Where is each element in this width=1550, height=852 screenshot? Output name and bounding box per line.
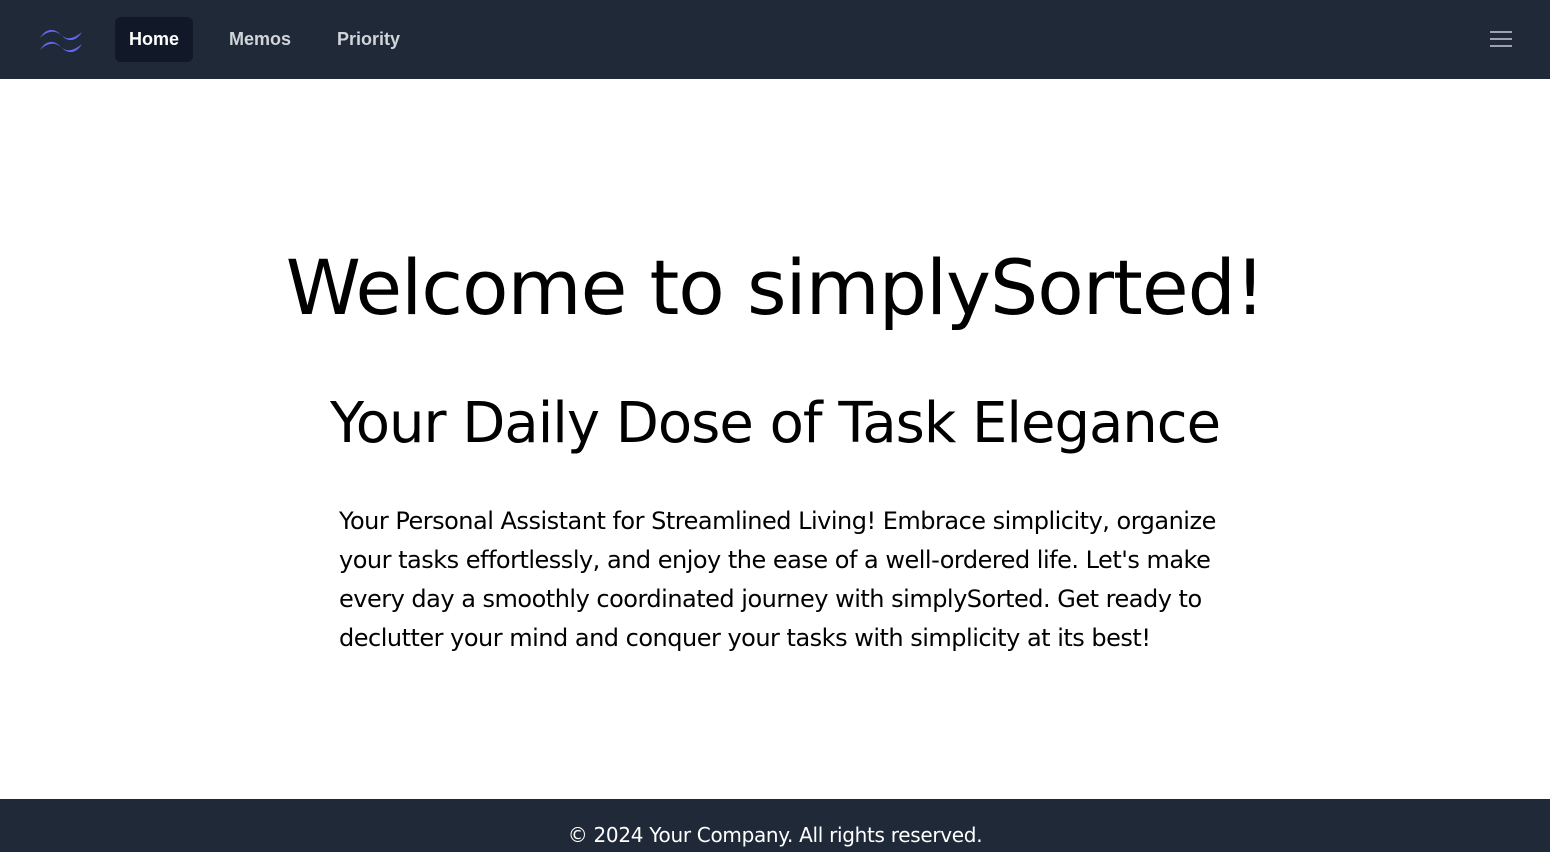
- hero-title: Welcome to simplySorted!: [285, 243, 1266, 332]
- copyright-text: © 2024 Your Company. All rights reserved…: [567, 823, 983, 847]
- page-footer: © 2024 Your Company. All rights reserved…: [0, 799, 1550, 852]
- tailwind-logo-icon[interactable]: [38, 26, 86, 54]
- nav-item-memos[interactable]: Memos: [215, 17, 305, 62]
- menu-line: [1490, 45, 1512, 47]
- nav-item-priority[interactable]: Priority: [323, 17, 414, 62]
- nav-item-home[interactable]: Home: [115, 17, 193, 62]
- hamburger-menu-icon[interactable]: [1488, 27, 1514, 51]
- menu-line: [1490, 38, 1512, 40]
- top-navbar: Home Memos Priority: [0, 0, 1550, 79]
- hero-subtitle: Your Daily Dose of Task Elegance: [329, 391, 1221, 456]
- menu-line: [1490, 31, 1512, 33]
- hero-description: Your Personal Assistant for Streamlined …: [339, 507, 1216, 652]
